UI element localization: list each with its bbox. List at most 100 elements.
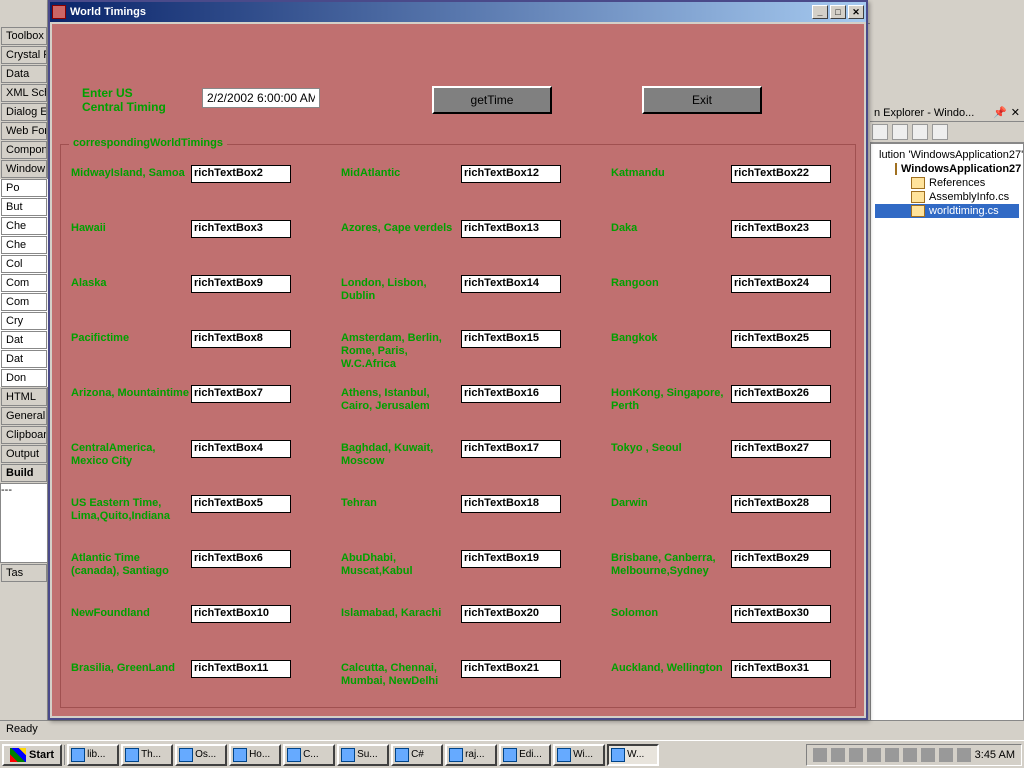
taskbar-button[interactable]: lib...	[67, 744, 119, 766]
time-output[interactable]: richTextBox22	[731, 165, 831, 183]
toolbar-icon[interactable]	[872, 124, 888, 140]
time-output[interactable]: richTextBox30	[731, 605, 831, 623]
toolbox-item[interactable]: Dat	[1, 331, 47, 349]
us-central-time-input[interactable]	[202, 88, 320, 108]
tray-icon[interactable]	[813, 748, 827, 762]
toolbox-tab[interactable]: HTML	[1, 388, 47, 406]
time-output[interactable]: richTextBox21	[461, 660, 561, 678]
toolbox-tab[interactable]: Web For	[1, 122, 47, 140]
toolbox-item[interactable]: Com	[1, 293, 47, 311]
time-output[interactable]: richTextBox18	[461, 495, 561, 513]
timing-row: Calcutta, Chennai, Mumbai, NewDelhirichT…	[341, 660, 601, 715]
time-output[interactable]: richTextBox10	[191, 605, 291, 623]
system-tray[interactable]: 3:45 AM	[806, 744, 1022, 766]
time-output[interactable]: richTextBox31	[731, 660, 831, 678]
time-output[interactable]: richTextBox17	[461, 440, 561, 458]
tray-icon[interactable]	[939, 748, 953, 762]
time-output[interactable]: richTextBox16	[461, 385, 561, 403]
taskbar-label: Ho...	[249, 749, 270, 760]
toolbar-icon[interactable]	[892, 124, 908, 140]
tree-worldtiming[interactable]: worldtiming.cs	[875, 204, 1019, 218]
time-output[interactable]: richTextBox28	[731, 495, 831, 513]
time-output[interactable]: richTextBox20	[461, 605, 561, 623]
maximize-button[interactable]: □	[830, 5, 846, 19]
time-output[interactable]: richTextBox26	[731, 385, 831, 403]
time-output[interactable]: richTextBox12	[461, 165, 561, 183]
time-output[interactable]: richTextBox24	[731, 275, 831, 293]
toolbox-item[interactable]: Don	[1, 369, 47, 387]
time-output[interactable]: richTextBox7	[191, 385, 291, 403]
toolbox-item[interactable]: Dat	[1, 350, 47, 368]
toolbox-item[interactable]: But	[1, 198, 47, 216]
time-output[interactable]: richTextBox5	[191, 495, 291, 513]
time-output[interactable]: richTextBox4	[191, 440, 291, 458]
time-output[interactable]: richTextBox3	[191, 220, 291, 238]
time-output[interactable]: richTextBox13	[461, 220, 561, 238]
taskbar-app-icon	[395, 748, 409, 762]
toolbox-tab[interactable]: General	[1, 407, 47, 425]
toolbox-item[interactable]: Po	[1, 179, 47, 197]
toolbox-tab[interactable]: Window	[1, 160, 47, 178]
start-button[interactable]: Start	[2, 744, 62, 766]
tray-icon[interactable]	[831, 748, 845, 762]
time-output[interactable]: richTextBox23	[731, 220, 831, 238]
time-output[interactable]: richTextBox27	[731, 440, 831, 458]
taskbar-button[interactable]: Wi...	[553, 744, 605, 766]
solution-tree[interactable]: lution 'WindowsApplication27' ( WindowsA…	[870, 143, 1024, 723]
minimize-button[interactable]: _	[812, 5, 828, 19]
taskbar-button[interactable]: Os...	[175, 744, 227, 766]
time-output[interactable]: richTextBox11	[191, 660, 291, 678]
taskbar-button[interactable]: Edi...	[499, 744, 551, 766]
time-output[interactable]: richTextBox2	[191, 165, 291, 183]
taskbar-label: Edi...	[519, 749, 542, 760]
tray-icon[interactable]	[885, 748, 899, 762]
tree-assemblyinfo[interactable]: AssemblyInfo.cs	[875, 190, 1019, 204]
toolbox-tab[interactable]: XML Sch	[1, 84, 47, 102]
time-output[interactable]: richTextBox8	[191, 330, 291, 348]
task-list-tab[interactable]: Tas	[1, 564, 47, 582]
taskbar-button[interactable]: C...	[283, 744, 335, 766]
taskbar-button[interactable]: Su...	[337, 744, 389, 766]
close-button[interactable]: ✕	[848, 5, 864, 19]
time-output[interactable]: richTextBox19	[461, 550, 561, 568]
tree-solution[interactable]: lution 'WindowsApplication27' (	[875, 148, 1019, 162]
taskbar-button[interactable]: raj...	[445, 744, 497, 766]
toolbox-item[interactable]: Cry	[1, 312, 47, 330]
toolbox-tab[interactable]: Dialog Ed	[1, 103, 47, 121]
tray-icon[interactable]	[867, 748, 881, 762]
toolbox-tab[interactable]: Data	[1, 65, 47, 83]
time-output[interactable]: richTextBox9	[191, 275, 291, 293]
toolbox-tab[interactable]: Output	[1, 445, 47, 463]
exit-button[interactable]: Exit	[642, 86, 762, 114]
pin-icon[interactable]: 📌	[993, 106, 1007, 119]
toolbox-tab[interactable]: Crystal R	[1, 46, 47, 64]
close-icon[interactable]: ✕	[1011, 106, 1020, 119]
toolbox-item[interactable]: Col	[1, 255, 47, 273]
taskbar-button[interactable]: Ho...	[229, 744, 281, 766]
time-output[interactable]: richTextBox15	[461, 330, 561, 348]
tray-icon[interactable]	[921, 748, 935, 762]
toolbox-item[interactable]: Com	[1, 274, 47, 292]
gettime-button[interactable]: getTime	[432, 86, 552, 114]
tray-icon[interactable]	[957, 748, 971, 762]
toolbox-item[interactable]: Che	[1, 217, 47, 235]
tree-references[interactable]: References	[875, 176, 1019, 190]
time-output[interactable]: richTextBox29	[731, 550, 831, 568]
tray-icon[interactable]	[849, 748, 863, 762]
time-output[interactable]: richTextBox25	[731, 330, 831, 348]
toolbox-item[interactable]: Che	[1, 236, 47, 254]
taskbar-button[interactable]: Th...	[121, 744, 173, 766]
toolbar-icon[interactable]	[912, 124, 928, 140]
tray-icon[interactable]	[903, 748, 917, 762]
time-output[interactable]: richTextBox14	[461, 275, 561, 293]
time-output[interactable]: richTextBox6	[191, 550, 291, 568]
build-tab[interactable]: Build	[1, 464, 47, 482]
toolbox-tab[interactable]: Clipboar	[1, 426, 47, 444]
toolbox-tab[interactable]: Compon	[1, 141, 47, 159]
toolbar-icon[interactable]	[932, 124, 948, 140]
title-bar[interactable]: World Timings _ □ ✕	[50, 2, 866, 22]
ide-toolbox-panel: Toolbox Crystal RDataXML SchDialog EdWeb…	[0, 0, 48, 720]
taskbar-button[interactable]: C#	[391, 744, 443, 766]
taskbar-button[interactable]: W...	[607, 744, 659, 766]
tree-project[interactable]: WindowsApplication27	[875, 162, 1019, 176]
